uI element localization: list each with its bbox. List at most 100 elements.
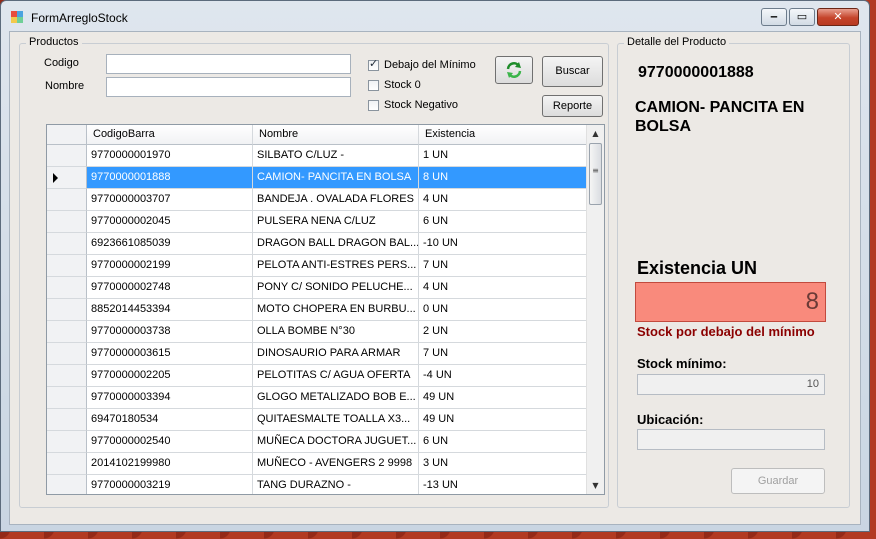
row-header[interactable] xyxy=(47,431,87,453)
cell-codigo-barra[interactable]: 6923661085039 xyxy=(87,233,253,255)
table-row[interactable]: 9770000002205 PELOTITAS C/ AGUA OFERTA -4 … xyxy=(47,365,587,387)
cell-codigo-barra[interactable]: 9770000002199 xyxy=(87,255,253,277)
cell-existencia[interactable]: 7 UN xyxy=(419,343,587,365)
table-row[interactable]: 9770000003219 TANG DURAZNO - -13 UN xyxy=(47,475,587,494)
scroll-up-icon[interactable]: ▲ xyxy=(587,125,604,142)
row-header[interactable] xyxy=(47,189,87,211)
column-header-existencia[interactable]: Existencia xyxy=(419,125,587,145)
cell-existencia[interactable]: 8 UN xyxy=(419,167,587,189)
row-header[interactable] xyxy=(47,211,87,233)
cell-existencia[interactable]: -10 UN xyxy=(419,233,587,255)
row-header[interactable] xyxy=(47,453,87,475)
products-grid[interactable]: CodigoBarra Nombre Existencia 9770000001… xyxy=(46,124,605,495)
cell-nombre[interactable]: BANDEJA . OVALADA FLORES xyxy=(253,189,419,211)
row-header[interactable] xyxy=(47,321,87,343)
debajo-minimo-checkbox[interactable]: ✓ Debajo del Mínimo xyxy=(368,58,476,71)
table-row[interactable]: 69470180534 QUITAESMALTE TOALLA X3... 49 U… xyxy=(47,409,587,431)
cell-codigo-barra[interactable]: 9770000003738 xyxy=(87,321,253,343)
refresh-button[interactable] xyxy=(495,56,533,84)
cell-nombre[interactable]: GLOGO METALIZADO BOB E... xyxy=(253,387,419,409)
cell-codigo-barra[interactable]: 9770000002748 xyxy=(87,277,253,299)
table-row[interactable]: 9770000002045 PULSERA NENA C/LUZ 6 UN xyxy=(47,211,587,233)
table-row[interactable]: 9770000003738 OLLA BOMBE N°30 2 UN xyxy=(47,321,587,343)
cell-existencia[interactable]: 49 UN xyxy=(419,409,587,431)
row-header[interactable] xyxy=(47,409,87,431)
cell-codigo-barra[interactable]: 9770000003615 xyxy=(87,343,253,365)
cell-codigo-barra[interactable]: 9770000003394 xyxy=(87,387,253,409)
table-row[interactable]: 9770000003615 DINOSAURIO PARA ARMAR 7 UN xyxy=(47,343,587,365)
cell-existencia[interactable]: 0 UN xyxy=(419,299,587,321)
row-header[interactable] xyxy=(47,475,87,494)
row-header[interactable] xyxy=(47,387,87,409)
cell-codigo-barra[interactable]: 69470180534 xyxy=(87,409,253,431)
row-header[interactable] xyxy=(47,343,87,365)
cell-codigo-barra[interactable]: 9770000003219 xyxy=(87,475,253,494)
cell-existencia[interactable]: 7 UN xyxy=(419,255,587,277)
cell-codigo-barra[interactable]: 9770000003707 xyxy=(87,189,253,211)
table-row[interactable]: 9770000002748 PONY C/ SONIDO PELUCHE... 4 … xyxy=(47,277,587,299)
cell-nombre[interactable]: PONY C/ SONIDO PELUCHE... xyxy=(253,277,419,299)
reporte-button[interactable]: Reporte xyxy=(542,95,603,117)
minimize-button[interactable]: ‒ xyxy=(761,8,787,26)
cell-codigo-barra[interactable]: 9770000001970 xyxy=(87,145,253,167)
stock-negativo-checkbox[interactable]: Stock Negativo xyxy=(368,99,458,111)
row-header[interactable] xyxy=(47,277,87,299)
grid-vertical-scrollbar[interactable]: ▲ ≡ ▼ xyxy=(586,125,604,494)
close-button[interactable]: ✕ xyxy=(817,8,859,26)
table-row[interactable]: 6923661085039 DRAGON BALL DRAGON BAL... -1… xyxy=(47,233,587,255)
cell-existencia[interactable]: 6 UN xyxy=(419,431,587,453)
ubicacion-field[interactable] xyxy=(637,429,825,450)
cell-nombre[interactable]: MUÑECO - AVENGERS 2 9998 xyxy=(253,453,419,475)
cell-nombre[interactable]: CAMION- PANCITA EN BOLSA xyxy=(253,167,419,189)
cell-nombre[interactable]: OLLA BOMBE N°30 xyxy=(253,321,419,343)
stock-0-checkbox[interactable]: Stock 0 xyxy=(368,79,421,91)
maximize-button[interactable]: ▭ xyxy=(789,8,815,26)
table-row[interactable]: 9770000002199 PELOTA ANTI-ESTRES PERS... 7… xyxy=(47,255,587,277)
codigo-input[interactable] xyxy=(106,54,351,74)
cell-existencia[interactable]: -13 UN xyxy=(419,475,587,494)
cell-nombre[interactable]: DINOSAURIO PARA ARMAR xyxy=(253,343,419,365)
cell-nombre[interactable]: SILBATO C/LUZ - xyxy=(253,145,419,167)
row-header[interactable] xyxy=(47,233,87,255)
cell-codigo-barra[interactable]: 2014102199980 xyxy=(87,453,253,475)
row-header[interactable] xyxy=(47,299,87,321)
cell-nombre[interactable]: PELOTITAS C/ AGUA OFERTA xyxy=(253,365,419,387)
cell-existencia[interactable]: 3 UN xyxy=(419,453,587,475)
cell-nombre[interactable]: DRAGON BALL DRAGON BAL... xyxy=(253,233,419,255)
stock-minimo-field[interactable]: 10 xyxy=(637,374,825,395)
cell-existencia[interactable]: 2 UN xyxy=(419,321,587,343)
cell-existencia[interactable]: 4 UN xyxy=(419,189,587,211)
cell-existencia[interactable]: 6 UN xyxy=(419,211,587,233)
table-row[interactable]: 9770000001970 SILBATO C/LUZ -1 UN xyxy=(47,145,587,167)
table-row[interactable]: 8852014453394 MOTO CHOPERA EN BURBU... 0 U… xyxy=(47,299,587,321)
guardar-button[interactable]: Guardar xyxy=(731,468,825,494)
cell-existencia[interactable]: 1 UN xyxy=(419,145,587,167)
cell-nombre[interactable]: PULSERA NENA C/LUZ xyxy=(253,211,419,233)
table-row[interactable]: 2014102199980 MUÑECO - AVENGERS 2 9998 3 U… xyxy=(47,453,587,475)
row-header[interactable] xyxy=(47,365,87,387)
row-header[interactable] xyxy=(47,145,87,167)
cell-existencia[interactable]: -4 UN xyxy=(419,365,587,387)
column-header-codigo-barra[interactable]: CodigoBarra xyxy=(87,125,253,145)
cell-existencia[interactable]: 4 UN xyxy=(419,277,587,299)
nombre-input[interactable] xyxy=(106,77,351,97)
cell-nombre[interactable]: TANG DURAZNO - xyxy=(253,475,419,494)
table-row[interactable]: 9770000002540 MUÑECA DOCTORA JUGUET... 6 U… xyxy=(47,431,587,453)
title-bar[interactable]: FormArregloStock ‒ ▭ ✕ xyxy=(1,1,869,31)
cell-codigo-barra[interactable]: 9770000002205 xyxy=(87,365,253,387)
row-header[interactable] xyxy=(47,255,87,277)
cell-codigo-barra[interactable]: 9770000001888 xyxy=(87,167,253,189)
cell-nombre[interactable]: QUITAESMALTE TOALLA X3... xyxy=(253,409,419,431)
cell-nombre[interactable]: MOTO CHOPERA EN BURBU... xyxy=(253,299,419,321)
scroll-down-icon[interactable]: ▼ xyxy=(587,477,604,494)
cell-existencia[interactable]: 49 UN xyxy=(419,387,587,409)
table-row[interactable]: 9770000003707 BANDEJA . OVALADA FLORES 4 U… xyxy=(47,189,587,211)
cell-codigo-barra[interactable]: 9770000002045 xyxy=(87,211,253,233)
table-row[interactable]: 9770000001888 CAMION- PANCITA EN BOLSA 8 U… xyxy=(47,167,587,189)
buscar-button[interactable]: Buscar xyxy=(542,56,603,87)
cell-nombre[interactable]: MUÑECA DOCTORA JUGUET... xyxy=(253,431,419,453)
table-row[interactable]: 9770000003394 GLOGO METALIZADO BOB E... 49… xyxy=(47,387,587,409)
row-header[interactable] xyxy=(47,167,87,189)
column-header-nombre[interactable]: Nombre xyxy=(253,125,419,145)
cell-codigo-barra[interactable]: 8852014453394 xyxy=(87,299,253,321)
